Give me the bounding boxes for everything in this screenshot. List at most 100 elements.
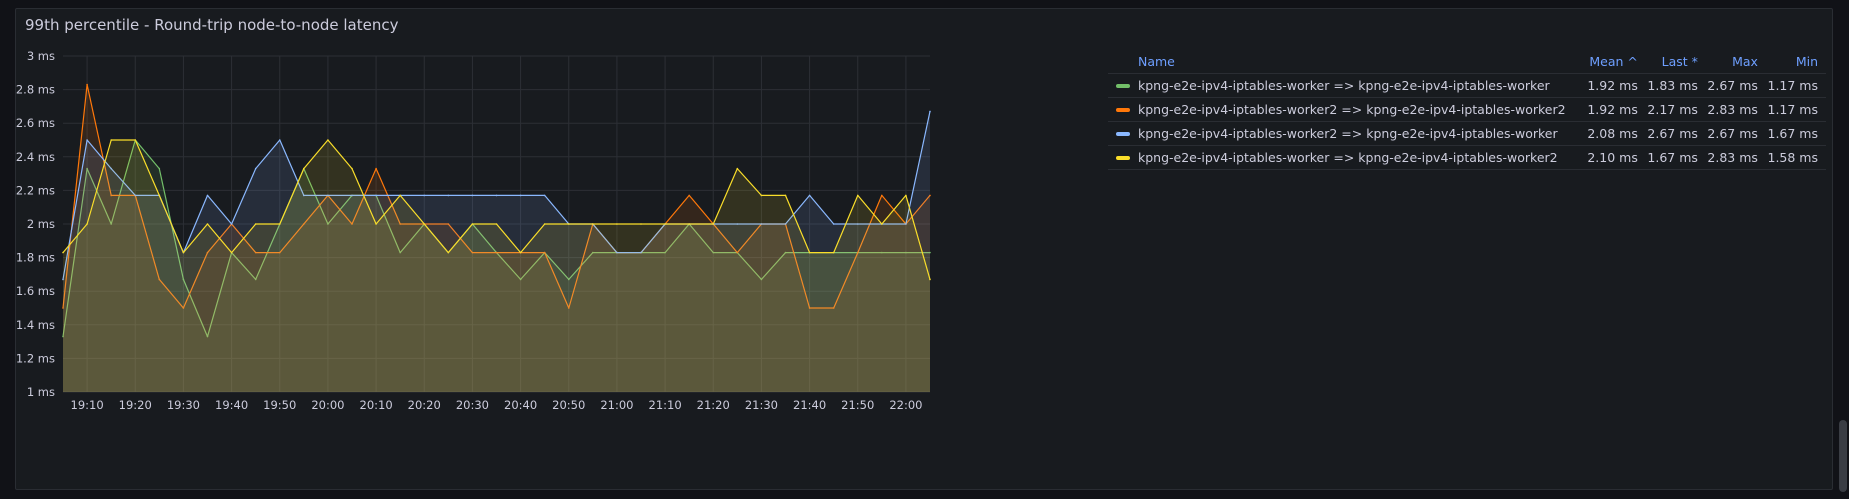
legend-max: 2.83 ms (1705, 145, 1766, 170)
legend-row[interactable]: kpng-e2e-ipv4-iptables-worker2 => kpng-e… (1108, 121, 1826, 146)
y-tick-label: 1.6 ms (16, 284, 55, 298)
series-color-swatch (1116, 83, 1130, 88)
data-point (905, 194, 907, 197)
x-tick-label: 19:40 (215, 398, 248, 412)
page-scrollbar[interactable] (1839, 420, 1847, 492)
x-tick-label: 20:00 (311, 398, 344, 412)
data-point (351, 167, 353, 170)
legend-min: 1.17 ms (1765, 73, 1826, 98)
data-point (86, 223, 88, 225)
y-tick-label: 1.2 ms (16, 351, 55, 365)
y-tick-label: 2 ms (27, 217, 55, 231)
data-point (495, 223, 498, 225)
data-point (230, 251, 233, 254)
data-point (592, 223, 594, 225)
data-point (784, 194, 787, 197)
data-point (760, 194, 763, 197)
legend-max: 2.67 ms (1705, 73, 1766, 98)
data-point (254, 223, 257, 225)
x-tick-label: 20:10 (360, 398, 393, 412)
y-tick-label: 2.6 ms (16, 116, 55, 130)
data-point (567, 223, 570, 225)
data-point (832, 251, 835, 254)
data-point (182, 251, 185, 254)
data-point (62, 251, 64, 254)
data-point (110, 139, 112, 141)
data-point (423, 194, 426, 197)
legend-min: 1.17 ms (1765, 97, 1826, 122)
data-point (206, 223, 209, 225)
legend-mean: 1.92 ms (1585, 97, 1646, 122)
legend-series-name[interactable]: kpng-e2e-ipv4-iptables-worker => kpng-e2… (1138, 150, 1558, 165)
data-point (929, 110, 931, 113)
data-point (495, 194, 498, 197)
data-point (856, 194, 859, 197)
data-point (519, 194, 522, 197)
legend-header-mean[interactable]: Mean ^ (1585, 49, 1646, 74)
y-tick-label: 2.8 ms (16, 83, 55, 97)
data-point (929, 278, 931, 281)
x-tick-label: 21:30 (745, 398, 778, 412)
data-point (881, 194, 883, 197)
data-point (447, 194, 450, 197)
x-tick-label: 22:00 (889, 398, 922, 412)
legend-row[interactable]: kpng-e2e-ipv4-iptables-worker2 => kpng-e… (1108, 97, 1826, 122)
data-point (664, 223, 666, 225)
data-point (278, 139, 281, 141)
data-point (375, 194, 377, 197)
legend-min: 1.67 ms (1765, 121, 1826, 146)
x-tick-label: 19:10 (71, 398, 104, 412)
legend-max: 2.67 ms (1705, 121, 1766, 146)
data-point (471, 194, 474, 197)
data-point (471, 223, 474, 225)
data-point (736, 167, 739, 170)
data-point (808, 251, 811, 254)
data-point (519, 251, 522, 254)
series-area (63, 140, 930, 392)
legend-last: 1.83 ms (1645, 73, 1706, 98)
data-point (808, 194, 811, 197)
y-tick-label: 1.8 ms (16, 251, 55, 265)
y-tick-label: 2.2 ms (16, 183, 55, 197)
y-tick-label: 1.4 ms (16, 318, 55, 332)
legend-mean: 1.92 ms (1585, 73, 1646, 98)
legend-header-name[interactable]: Name (1108, 49, 1586, 74)
data-point (543, 223, 546, 225)
legend-last: 1.67 ms (1645, 145, 1706, 170)
x-tick-label: 19:30 (167, 398, 200, 412)
legend-min: 1.58 ms (1765, 145, 1826, 170)
data-point (688, 223, 690, 225)
x-tick-label: 20:20 (408, 398, 441, 412)
data-point (254, 167, 257, 170)
data-point (278, 223, 281, 225)
legend-series-name[interactable]: kpng-e2e-ipv4-iptables-worker2 => kpng-e… (1138, 126, 1558, 141)
data-point (423, 223, 426, 225)
series-color-swatch (1116, 155, 1130, 160)
latency-panel: 99th percentile - Round-trip node-to-nod… (15, 8, 1833, 490)
legend-header-last[interactable]: Last * (1645, 49, 1706, 74)
legend-header-min[interactable]: Min (1765, 49, 1826, 74)
data-point (158, 194, 161, 197)
y-tick-label: 3 ms (27, 49, 55, 63)
series-color-swatch (1116, 107, 1130, 112)
data-point (206, 194, 209, 197)
x-tick-label: 20:40 (504, 398, 537, 412)
data-point (447, 251, 450, 254)
y-tick-label: 1 ms (27, 385, 55, 399)
legend-row[interactable]: kpng-e2e-ipv4-iptables-worker => kpng-e2… (1108, 73, 1826, 98)
latency-chart[interactable]: 1 ms 1.2 ms 1.4 ms 1.6 ms 1.8 ms 2 ms 2.2 ms 2.… (16, 9, 1116, 489)
legend-row[interactable]: kpng-e2e-ipv4-iptables-worker => kpng-e2… (1108, 145, 1826, 170)
legend-mean: 2.10 ms (1585, 145, 1646, 170)
legend-last: 2.17 ms (1645, 97, 1706, 122)
y-tick-label: 2.4 ms (16, 150, 55, 164)
x-tick-label: 21:20 (697, 398, 730, 412)
x-tick-label: 21:10 (649, 398, 682, 412)
data-point (688, 194, 690, 197)
legend-header-max[interactable]: Max (1705, 49, 1766, 74)
legend-table: Name Mean ^ Last * Max Min kpng-e2e-ipv4… (1108, 49, 1826, 170)
legend-series-name[interactable]: kpng-e2e-ipv4-iptables-worker2 => kpng-e… (1138, 102, 1566, 117)
data-point (399, 194, 401, 197)
legend-series-name[interactable]: kpng-e2e-ipv4-iptables-worker => kpng-e2… (1138, 78, 1550, 93)
data-point (712, 223, 715, 225)
x-tick-label: 21:40 (793, 398, 826, 412)
